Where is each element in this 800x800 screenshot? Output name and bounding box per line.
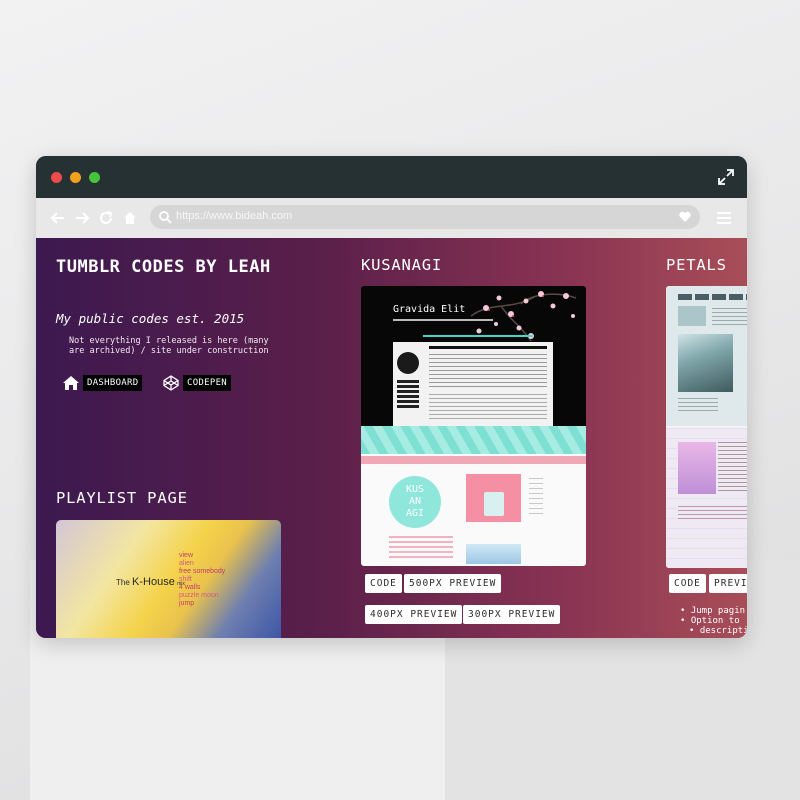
preview-text-lines [389, 536, 453, 560]
cherry-blossom-image [470, 291, 577, 342]
preview-waterfall-image [678, 334, 733, 392]
preview-pink-image [466, 474, 521, 522]
minimize-window-button[interactable] [70, 172, 81, 183]
site-tagline: My public codes est. 2015 [56, 311, 245, 326]
maximize-window-button[interactable] [89, 172, 100, 183]
codepen-icon [163, 374, 179, 391]
preview-title: Gravida Elit [393, 304, 466, 315]
petals-preview-button[interactable]: PREVIE [709, 574, 747, 593]
track-item: shift [179, 576, 192, 583]
track-item: jump [179, 600, 195, 607]
kusanagi-300px-preview-button[interactable]: 300PX PREVIEW [463, 605, 561, 624]
preview-text-lines [712, 308, 747, 326]
back-arrow-icon[interactable] [50, 210, 66, 226]
preview-side-text [529, 478, 543, 518]
petals-code-button[interactable]: CODE [669, 574, 706, 593]
site-note: Not everything I released is here (many … [69, 336, 269, 356]
feature-item: Jump pagin [680, 606, 747, 616]
track-item: view [179, 552, 194, 559]
track-item: 4 walls [179, 584, 201, 591]
preview-text-lines [718, 442, 747, 494]
preview-mint-header [361, 426, 586, 454]
preview-pink-nav [361, 456, 586, 464]
preview-post-text [429, 354, 547, 390]
preview-post-text [429, 394, 547, 420]
preview-sky-image [466, 544, 521, 564]
reload-icon[interactable] [98, 210, 114, 226]
preview-bottom-section [666, 428, 747, 568]
kusanagi-dark-preview[interactable]: Gravida Elit [361, 286, 586, 428]
menu-icon[interactable] [717, 212, 731, 224]
playlist-tracks: view alien free somebody shift 4 walls p… [179, 552, 225, 608]
preview-thumb [678, 306, 706, 326]
dashboard-link[interactable]: DASHBOARD [62, 372, 143, 391]
address-bar[interactable]: https://www.bideah.com [150, 205, 700, 229]
browser-window: https://www.bideah.com TUMBLR CODES BY L… [36, 156, 747, 638]
codepen-link[interactable]: CODEPEN [162, 372, 232, 391]
petals-feature-list: Jump pagin Option to descriptio [680, 606, 747, 636]
kusanagi-code-button[interactable]: CODE [365, 574, 402, 593]
dashboard-label: DASHBOARD [83, 374, 143, 391]
browser-toolbar: https://www.bideah.com [36, 198, 747, 238]
preview-glass-shape [484, 492, 504, 516]
feature-item: descriptio [680, 626, 747, 636]
preview-tab-row [678, 294, 747, 300]
track-item: puzzle moon [179, 592, 219, 599]
kusanagi-light-preview[interactable]: KUS AN AGI [361, 426, 586, 566]
search-icon [159, 211, 172, 224]
kusanagi-heading: KUSANAGI [361, 256, 443, 274]
preview-top-section [666, 286, 747, 426]
playlist-heading: PLAYLIST PAGE [56, 489, 188, 507]
playlist-title: The K-House mix [116, 576, 185, 588]
feature-item: Option to [680, 616, 747, 626]
close-window-button[interactable] [51, 172, 62, 183]
preview-text-lines [678, 398, 718, 414]
preview-text-lines [678, 506, 747, 522]
site-title: TUMBLR CODES BY LEAH [56, 257, 271, 277]
preview-page-body [393, 342, 553, 428]
heart-icon[interactable] [678, 210, 692, 224]
kusanagi-500px-preview-button[interactable]: 500PX PREVIEW [404, 574, 502, 593]
preview-logo-text: KUS AN AGI [405, 484, 425, 519]
preview-subtitle-line [393, 319, 493, 321]
track-item: free somebody [179, 568, 226, 575]
preview-nav-line [423, 335, 533, 337]
url-text: https://www.bideah.com [176, 210, 293, 222]
track-item: alien [179, 560, 194, 567]
page-content: TUMBLR CODES BY LEAH My public codes est… [36, 238, 747, 638]
petals-heading: PETALS [666, 256, 727, 274]
expand-icon[interactable] [717, 168, 735, 186]
preview-sidebar-menu [397, 380, 419, 410]
kusanagi-400px-preview-button[interactable]: 400PX PREVIEW [365, 605, 463, 624]
home-icon [63, 375, 79, 390]
browser-titlebar [36, 156, 747, 198]
home-icon[interactable] [122, 210, 138, 226]
codepen-label: CODEPEN [183, 374, 232, 391]
petals-preview[interactable] [666, 286, 747, 568]
preview-anime-image [678, 442, 716, 494]
playlist-preview-card[interactable]: The K-House mix view alien free somebody… [56, 520, 281, 638]
preview-post-header [429, 346, 547, 349]
forward-arrow-icon[interactable] [74, 210, 90, 226]
preview-avatar [397, 352, 419, 374]
preview-logo-circle: KUS AN AGI [389, 476, 441, 528]
